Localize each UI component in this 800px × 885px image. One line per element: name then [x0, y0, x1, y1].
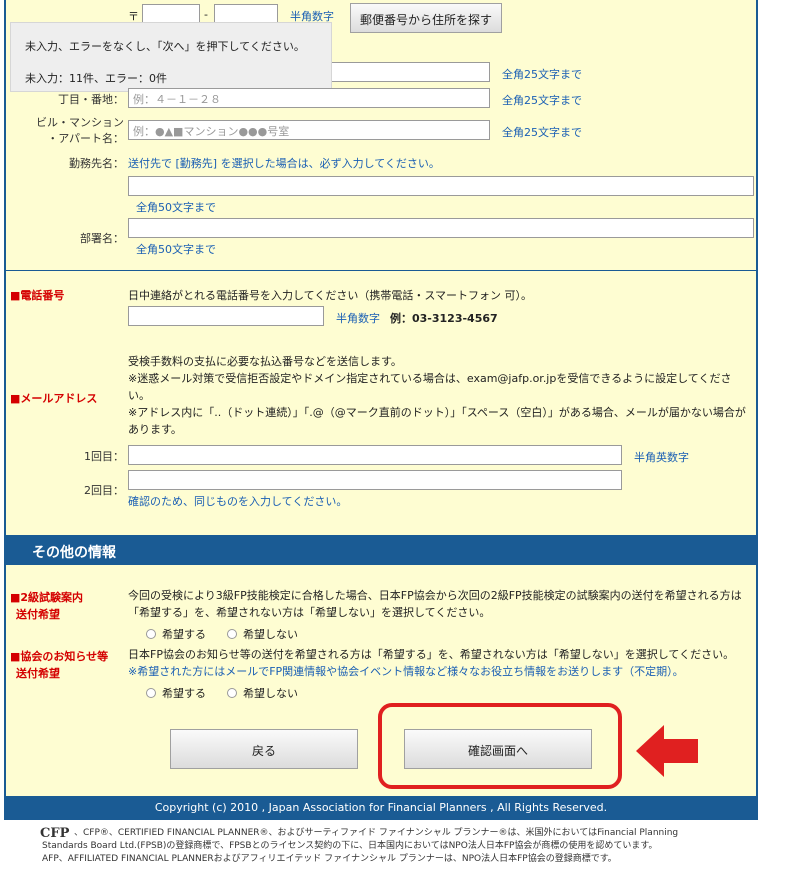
- phone-example: 例：03-3123-4567: [390, 312, 498, 325]
- postal-code-first-input[interactable]: [142, 4, 200, 24]
- exam-info-no-radio[interactable]: [227, 629, 237, 639]
- building-input[interactable]: 例：●▲■マンション●●●号室: [128, 120, 490, 140]
- workplace-note: 送付先で [勤務先] を選択した場合は、必ず入力してください。: [128, 157, 440, 170]
- postal-search-button[interactable]: 郵便番号から住所を探す: [350, 3, 502, 33]
- news-note: ※希望された方にはメールでFP関連情報や協会イベント情報など様々なお役立ち情報を…: [128, 665, 684, 678]
- email-note-1: 受検手数料の支払に必要な払込番号などを送信します。: [128, 355, 402, 368]
- exam-info-yes-radio[interactable]: [146, 629, 156, 639]
- phone-hint: 半角数字: [336, 312, 380, 325]
- exam-info-no-label[interactable]: 希望しない: [243, 628, 298, 641]
- email-second-input[interactable]: [128, 470, 622, 490]
- phone-input[interactable]: [128, 306, 324, 326]
- news-no-label[interactable]: 希望しない: [243, 687, 298, 700]
- email-first-hint: 半角英数字: [634, 451, 689, 464]
- copyright-bar: Copyright (c) 2010 , Japan Association f…: [4, 796, 758, 820]
- news-yes-radio[interactable]: [146, 688, 156, 698]
- exam-info-heading-line2: 送付希望: [16, 608, 60, 621]
- phone-heading: ■電話番号: [10, 289, 65, 302]
- building-hint: 全角25文字まで: [502, 126, 582, 139]
- email-second-hint: 確認のため、同じものを入力してください。: [128, 495, 348, 508]
- news-options: 希望する 希望しない: [146, 685, 298, 701]
- building-label-line2: ・アパート名：: [47, 132, 124, 145]
- email-heading: ■メールアドレス: [10, 392, 98, 405]
- news-yes-label[interactable]: 希望する: [162, 687, 206, 700]
- department-label: 部署名：: [80, 232, 124, 245]
- street-hint: 全角25文字まで: [502, 94, 582, 107]
- building-label-line1: ビル・マンション: [36, 116, 124, 129]
- email-note-3: ※アドレス内に「..（ドット連続）」「.@（@マーク直前のドット）」「スペース（…: [128, 406, 746, 436]
- department-hint: 全角50文字まで: [136, 243, 216, 256]
- exam-info-yes-label[interactable]: 希望する: [162, 628, 206, 641]
- email-first-input[interactable]: [128, 445, 622, 465]
- news-no-radio[interactable]: [227, 688, 237, 698]
- postal-code-second-input[interactable]: [214, 4, 278, 24]
- street-input[interactable]: 例：４－１－２８: [128, 88, 490, 108]
- pointer-arrow-icon: [636, 725, 698, 777]
- confirm-button-highlight: [378, 703, 622, 789]
- exam-info-heading-line1: ■2級試験案内: [10, 591, 84, 604]
- exam-info-options: 希望する 希望しない: [146, 626, 298, 642]
- email-second-label: 2回目：: [84, 484, 124, 497]
- legal-line-2: Standards Board Ltd.(FPSB)の登録商標で、FPSBとのラ…: [42, 841, 658, 851]
- city-hint: 全角25文字まで: [502, 68, 582, 81]
- news-heading-line2: 送付希望: [16, 667, 60, 680]
- postal-dash: -: [204, 8, 208, 21]
- legal-line-1: 、CFP®、CERTIFIED FINANCIAL PLANNER®、およびサー…: [74, 828, 679, 838]
- email-note-2: ※迷惑メール対策で受信拒否設定やドメイン指定されている場合は、exam@jafp…: [128, 372, 732, 402]
- back-button[interactable]: 戻る: [170, 729, 358, 769]
- legal-notice: 、CFP®、CERTIFIED FINANCIAL PLANNER®、およびサー…: [42, 827, 678, 866]
- email-first-label: 1回目：: [84, 450, 124, 463]
- exam-info-text: 今回の受検により3級FP技能検定に合格した場合、日本FP協会から次回の2級FP技…: [128, 589, 742, 619]
- street-label: 丁目・番地：: [58, 93, 124, 106]
- news-text: 日本FP協会のお知らせ等の送付を希望される方は「希望する」を、希望されない方は「…: [128, 648, 735, 661]
- phone-note: 日中連絡がとれる電話番号を入力してください（携帯電話・スマートフォン 可）。: [128, 289, 533, 302]
- workplace-label: 勤務先名：: [69, 157, 124, 170]
- department-input[interactable]: [128, 218, 754, 238]
- legal-line-3: AFP、AFFILIATED FINANCIAL PLANNERおよびアフィリエ…: [42, 854, 617, 864]
- other-info-section-header: その他の情報: [6, 535, 756, 565]
- divider: [6, 270, 756, 271]
- validation-tooltip: 未入力、エラーをなくし、「次へ」を押下してください。 未入力：11件、エラー：0…: [10, 22, 332, 92]
- workplace-hint: 全角50文字まで: [136, 201, 216, 214]
- tooltip-message: 未入力、エラーをなくし、「次へ」を押下してください。: [25, 40, 305, 53]
- workplace-input[interactable]: [128, 176, 754, 196]
- news-heading-line1: ■協会のお知らせ等: [10, 650, 109, 663]
